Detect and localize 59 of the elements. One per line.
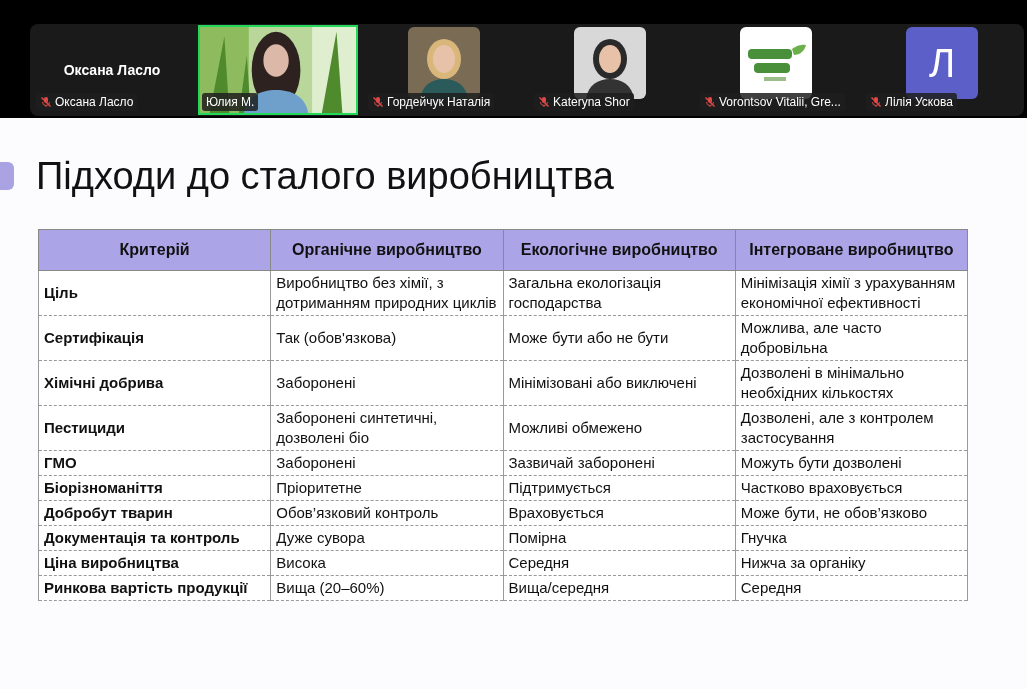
participant-tile[interactable]: Kateryna Shor <box>530 25 690 115</box>
table-cell: Так (обов'язкова) <box>270 315 503 361</box>
table-cell: Ринкова вартість продукції <box>38 575 271 601</box>
table-cell: Загальна екологізація господарства <box>503 270 736 316</box>
table-cell: Виробництво без хімії, з дотриманням природних циклів <box>270 270 503 316</box>
table-cell: Зазвичай заборонені <box>503 450 736 476</box>
table-cell: Може бути, не обов’язково <box>735 500 968 526</box>
table-cell: Помірна <box>503 525 736 551</box>
participant-tile[interactable]: Vorontsov Vitalii, Gre... <box>696 25 856 115</box>
table-cell: Гнучка <box>735 525 968 551</box>
table-cell: Можуть бути дозволені <box>735 450 968 476</box>
table-cell: Ціна виробництва <box>38 550 271 576</box>
table-cell: Дозволені в мінімально необхідних кількостях <box>735 360 968 406</box>
table-cell: Документація та контроль <box>38 525 271 551</box>
table-cell: Добробут тварин <box>38 500 271 526</box>
table-cell: Можливі обмежено <box>503 405 736 451</box>
column-header: Органічне виробництво <box>270 229 503 271</box>
table-cell: Мінімізація хімії з урахуванням економічної ефективності <box>735 270 968 316</box>
table-cell: Може бути або не бути <box>503 315 736 361</box>
name-label: Юлия М. <box>202 93 259 111</box>
participant-name: Оксана Ласло <box>63 62 161 78</box>
table-cell: Пестициди <box>38 405 271 451</box>
table-cell: Заборонені <box>270 360 503 406</box>
participant-tile[interactable]: Гордейчук Наталія <box>364 25 524 115</box>
table-cell: Частково враховується <box>735 475 968 501</box>
table-cell: Мінімізовані або виключені <box>503 360 736 406</box>
table-cell: Можлива, але часто добровільна <box>735 315 968 361</box>
column-header: Екологічне виробництво <box>503 229 736 271</box>
table-cell: Обов’язковий контроль <box>270 500 503 526</box>
table-cell: Сертифікація <box>38 315 271 361</box>
table-cell: Нижча за органіку <box>735 550 968 576</box>
muted-mic-icon <box>538 96 550 108</box>
table-cell: Підтримується <box>503 475 736 501</box>
column-header: Інтегроване виробництво <box>735 229 968 271</box>
table-cell: Біорізноманіття <box>38 475 271 501</box>
table-cell: Заборонені <box>270 450 503 476</box>
table-cell: Дозволені, але з контролем застосування <box>735 405 968 451</box>
table-cell: Середня <box>735 575 968 601</box>
participant-tile[interactable]: Л Лілія Ускова <box>862 25 1022 115</box>
table-cell: Середня <box>503 550 736 576</box>
table-cell: Вища/середня <box>503 575 736 601</box>
column-header: Критерій <box>38 229 271 271</box>
table-cell: Враховується <box>503 500 736 526</box>
muted-mic-icon <box>870 96 882 108</box>
table-cell: Висока <box>270 550 503 576</box>
table-cell: Ціль <box>38 270 271 316</box>
table-cell: Вища (20–60%) <box>270 575 503 601</box>
slide-title: Підходи до сталого виробництва <box>36 154 614 198</box>
title-bullet <box>0 162 14 190</box>
participant-tile[interactable]: Юлия М. <box>198 25 358 115</box>
table-cell: Дуже сувора <box>270 525 503 551</box>
muted-mic-icon <box>40 96 52 108</box>
table-cell: ГМО <box>38 450 271 476</box>
table-cell: Пріоритетне <box>270 475 503 501</box>
muted-mic-icon <box>704 96 716 108</box>
muted-mic-icon <box>372 96 384 108</box>
table-cell: Хімічні добрива <box>38 360 271 406</box>
participant-tile[interactable]: Оксана Ласло Оксана Ласло <box>32 25 192 115</box>
table-cell: Заборонені синтетичні, дозволені біо <box>270 405 503 451</box>
